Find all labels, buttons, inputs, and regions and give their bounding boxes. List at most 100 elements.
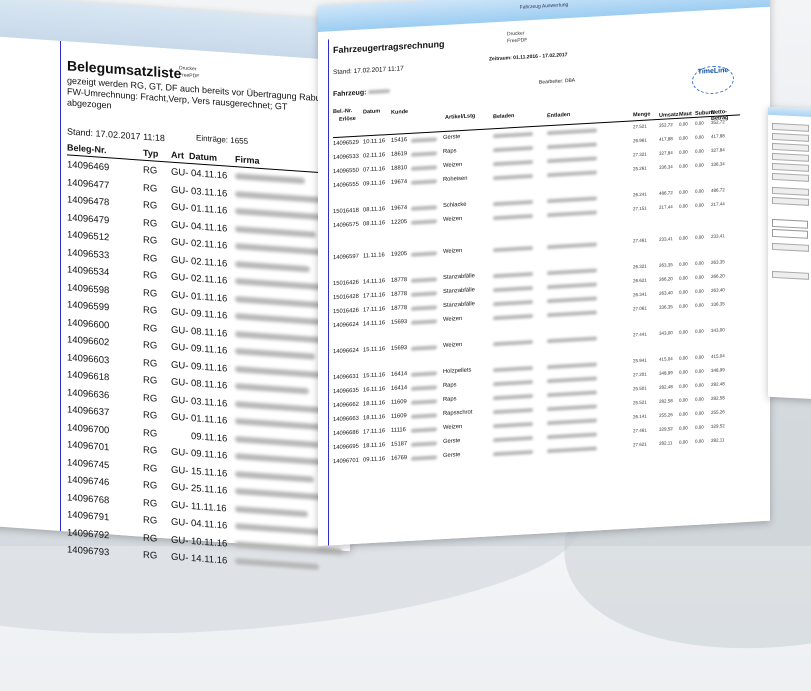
cell-umsatz: 282,58 (659, 398, 673, 404)
panel-button[interactable] (772, 172, 809, 182)
cell-beleg: 14096534 (67, 264, 110, 279)
cell-datum: 15.11.16 (363, 372, 386, 380)
cell-netto: 282,11 (711, 437, 725, 444)
cell-maut: 0,00 (679, 303, 688, 309)
panel-button[interactable] (772, 142, 809, 152)
cell-typ: RG (143, 304, 158, 317)
cell-menge: 26.961 (633, 137, 647, 144)
col-typ: Typ (143, 147, 159, 159)
panel-button[interactable] (772, 270, 809, 280)
cell-kunde: 11116 (391, 427, 406, 434)
cell-artikel: Weizen (443, 161, 463, 170)
cell-umsatz: 352,72 (659, 122, 673, 128)
col-firma: Firma (235, 154, 260, 166)
cell-artikel: Gerste (443, 134, 461, 142)
cell-netto: 348,99 (711, 367, 725, 374)
cell-datum: 01.11.16 (191, 413, 228, 427)
cell-subunt: 0,00 (695, 274, 704, 280)
cell-artikel: Weizen (443, 315, 463, 324)
cell-beleg: 14096792 (67, 526, 110, 541)
cell-beleg: 14096555 (333, 181, 359, 190)
cell-art: GU- (171, 289, 189, 302)
panel-input[interactable] (772, 218, 808, 229)
cell-datum: 08.11.16 (363, 220, 386, 228)
cell-art: GU- (171, 271, 189, 284)
cell-beleg: 14096636 (67, 386, 110, 401)
cell-datum: 08.11.16 (363, 206, 386, 214)
panel-button[interactable] (772, 152, 809, 162)
panel-button[interactable] (772, 122, 809, 132)
cell-subunt: 0,00 (695, 368, 704, 374)
panel-button[interactable] (772, 186, 809, 196)
cell-umsatz: 263,35 (659, 262, 673, 268)
panel-button[interactable] (772, 242, 809, 252)
panel-titlebar[interactable] (768, 106, 811, 118)
col-maut: Maut (679, 111, 692, 118)
cell-typ: RG (143, 479, 158, 492)
cell-maut: 0,00 (679, 189, 688, 195)
cell-netto: 217,44 (711, 201, 725, 208)
cell-artikel: Raps (443, 382, 457, 390)
cell-menge: 26.341 (633, 291, 647, 298)
side-control-panel[interactable] (768, 106, 811, 400)
cell-typ: RG (143, 182, 158, 195)
cell-art: GU- (171, 551, 189, 564)
cell-artikel: Stanzabfälle (443, 287, 475, 296)
cell-beleg: 14096637 (67, 404, 110, 419)
panel-input[interactable] (772, 228, 808, 239)
table-body: 14096529 10.11.16 15416 Gerste 27.521 352,72 0… (333, 116, 740, 477)
cell-menge: 25.521 (633, 399, 647, 406)
cell-netto: 343,00 (711, 327, 725, 334)
cell-subunt: 0,00 (695, 234, 704, 240)
cell-umsatz: 417,88 (659, 136, 673, 142)
cell-umsatz: 282,11 (659, 440, 673, 446)
panel-button[interactable] (772, 132, 809, 142)
cell-menge: 27.321 (633, 151, 647, 158)
cell-datum: 04.11.16 (191, 220, 228, 235)
cell-art: GU- (171, 254, 189, 267)
cell-subunt: 0,00 (695, 288, 704, 294)
cell-menge: 27.621 (633, 441, 647, 448)
panel-button[interactable] (772, 196, 809, 206)
cell-datum: 03.11.16 (191, 185, 228, 200)
cell-subunt: 0,00 (695, 410, 704, 416)
cell-datum: 02.11.16 (191, 238, 228, 252)
panel-button[interactable] (772, 162, 809, 172)
cell-datum: 18.11.16 (363, 414, 386, 422)
report-page: Drucker FreePDF Belegumsatzliste gezeigt… (60, 40, 350, 571)
cell-netto: 233,41 (711, 233, 725, 240)
cell-typ: RG (143, 287, 158, 300)
col-art: Art (171, 149, 184, 161)
cell-datum: 18.11.16 (363, 400, 386, 408)
cell-subunt: 0,00 (695, 202, 704, 208)
cell-datum: 11.11.16 (363, 252, 385, 260)
report-window-belegumsatzliste[interactable]: Drucker FreePDF Belegumsatzliste gezeigt… (0, 0, 350, 571)
cell-menge: 27.061 (633, 305, 647, 312)
cell-maut: 0,00 (679, 121, 688, 127)
cell-beleg: 15016428 (333, 293, 359, 302)
cell-netto: 336,34 (711, 161, 725, 168)
col-datum: Datum (363, 108, 381, 116)
cell-beleg: 14096477 (67, 176, 110, 191)
cell-datum: 14.11.16 (363, 320, 386, 328)
report-window-fahrzeugertrag[interactable]: Fahrzeug Auswertung Drucker FreePDF Fahr… (318, 0, 770, 547)
cell-typ: RG (143, 252, 158, 265)
cell-datum: 17.11.16 (363, 428, 386, 436)
col-kunde: Kunde (391, 108, 409, 116)
cell-umsatz: 263,40 (659, 290, 673, 296)
cell-art: GU- (171, 411, 189, 424)
cell-datum: 04.11.16 (191, 518, 228, 532)
cell-beleg: 14096575 (333, 221, 359, 230)
cell-maut: 0,00 (679, 425, 688, 431)
cell-kunde: 18778 (391, 277, 408, 284)
cell-beleg: 14096746 (67, 474, 110, 489)
cell-maut: 0,00 (679, 275, 688, 281)
cell-maut: 0,00 (679, 329, 688, 335)
cell-typ: RG (143, 374, 158, 387)
report-period: Zeitraum: 01.11.2016 - 17.02.2017 (489, 52, 568, 63)
cell-datum: 09.11.16 (191, 343, 228, 357)
cell-artikel: Weizen (443, 423, 463, 432)
cell-typ: RG (143, 427, 158, 440)
vehicle-label: Fahrzeug: (333, 88, 391, 98)
cell-artikel: Raps (443, 148, 457, 156)
